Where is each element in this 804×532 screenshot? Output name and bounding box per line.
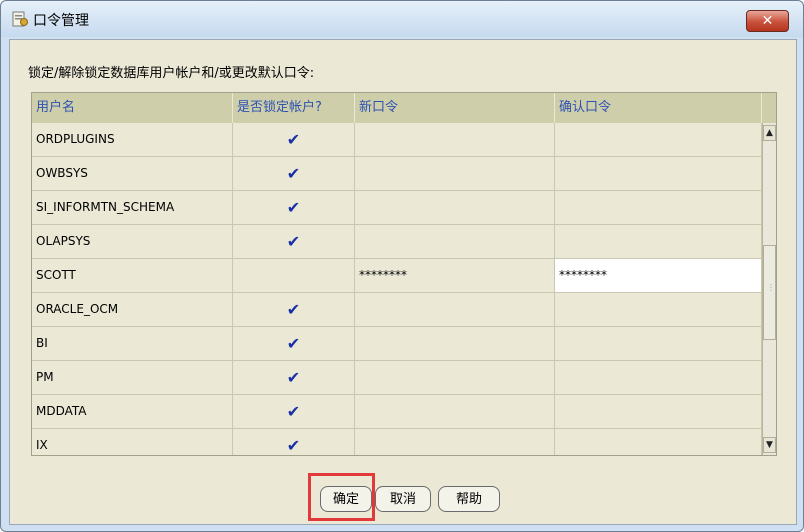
new-password-field[interactable] <box>355 361 555 394</box>
lock-account-checkbox[interactable]: ✔ <box>233 157 355 190</box>
username-cell: BI <box>32 327 233 360</box>
username-cell: IX <box>32 429 233 455</box>
username-cell: PM <box>32 361 233 394</box>
confirm-password-field[interactable] <box>555 225 762 258</box>
new-password-field[interactable] <box>355 327 555 360</box>
lock-account-checkbox[interactable]: ✔ <box>233 361 355 394</box>
table-row[interactable]: IX ✔ <box>32 429 762 455</box>
title-bar[interactable]: 口令管理 ✕ <box>1 1 803 37</box>
new-password-field[interactable] <box>355 123 555 156</box>
checkmark-icon: ✔ <box>286 164 301 183</box>
confirm-password-field[interactable] <box>555 429 762 455</box>
checkmark-icon: ✔ <box>286 130 301 149</box>
table-row[interactable]: OLAPSYS ✔ <box>32 225 762 259</box>
confirm-password-field[interactable] <box>555 327 762 360</box>
new-password-field[interactable]: ******** <box>355 259 555 292</box>
help-button[interactable]: 帮助 <box>438 486 500 512</box>
window-title: 口令管理 <box>33 13 89 29</box>
vertical-scrollbar[interactable]: ▲ ⋮ ▼ <box>762 123 776 455</box>
arrow-up-icon: ▲ <box>766 128 773 138</box>
new-password-field[interactable] <box>355 191 555 224</box>
username-cell: ORACLE_OCM <box>32 293 233 326</box>
dialog-body: 锁定/解除锁定数据库用户帐户和/或更改默认口令: 用户名 是否锁定帐户? 新口令… <box>9 39 797 525</box>
checkmark-icon: ✔ <box>286 402 301 421</box>
app-icon <box>12 11 28 27</box>
table-row[interactable]: SI_INFORMTN_SCHEMA ✔ <box>32 191 762 225</box>
checkmark-icon: ✔ <box>286 334 301 353</box>
new-password-field[interactable] <box>355 395 555 428</box>
confirm-password-field[interactable]: ******** <box>555 259 762 292</box>
table-row[interactable]: PM ✔ <box>32 361 762 395</box>
scroll-down-button[interactable]: ▼ <box>763 437 776 453</box>
table-row[interactable]: SCOTT ******** ******** <box>32 259 762 293</box>
scroll-up-button[interactable]: ▲ <box>763 125 776 141</box>
checkmark-icon: ✔ <box>286 368 301 387</box>
new-password-field[interactable] <box>355 293 555 326</box>
ok-button-highlight <box>308 473 375 521</box>
confirm-password-field[interactable] <box>555 191 762 224</box>
scrollbar-thumb[interactable]: ⋮ <box>763 245 776 340</box>
username-cell: OWBSYS <box>32 157 233 190</box>
lock-account-checkbox[interactable]: ✔ <box>233 225 355 258</box>
table-row[interactable]: MDDATA ✔ <box>32 395 762 429</box>
column-header-confirm-password[interactable]: 确认口令 <box>555 93 762 123</box>
close-icon: ✕ <box>761 13 774 29</box>
arrow-down-icon: ▼ <box>766 440 773 450</box>
checkmark-icon: ✔ <box>286 436 301 455</box>
grip-icon: ⋮ <box>767 283 775 292</box>
confirm-password-field[interactable] <box>555 361 762 394</box>
password-management-window: 口令管理 ✕ 锁定/解除锁定数据库用户帐户和/或更改默认口令: 用户名 是否锁定… <box>0 0 804 532</box>
user-account-table: 用户名 是否锁定帐户? 新口令 确认口令 ORDPLUGINS ✔ OWBSYS… <box>31 92 777 456</box>
confirm-password-field[interactable] <box>555 395 762 428</box>
confirm-password-field[interactable] <box>555 123 762 156</box>
column-header-locked[interactable]: 是否锁定帐户? <box>233 93 355 123</box>
username-cell: ORDPLUGINS <box>32 123 233 156</box>
column-header-username[interactable]: 用户名 <box>32 93 233 123</box>
table-header: 用户名 是否锁定帐户? 新口令 确认口令 <box>32 93 776 123</box>
lock-account-checkbox[interactable]: ✔ <box>233 395 355 428</box>
lock-account-checkbox[interactable]: ✔ <box>233 429 355 455</box>
username-cell: OLAPSYS <box>32 225 233 258</box>
lock-account-checkbox[interactable] <box>233 259 355 292</box>
column-header-filler <box>762 93 776 123</box>
table-row[interactable]: ORDPLUGINS ✔ <box>32 123 762 157</box>
username-cell: MDDATA <box>32 395 233 428</box>
lock-account-checkbox[interactable]: ✔ <box>233 191 355 224</box>
table-row[interactable]: BI ✔ <box>32 327 762 361</box>
close-button[interactable]: ✕ <box>746 10 789 32</box>
instruction-text: 锁定/解除锁定数据库用户帐户和/或更改默认口令: <box>28 66 315 81</box>
new-password-field[interactable] <box>355 429 555 455</box>
new-password-field[interactable] <box>355 157 555 190</box>
username-cell: SI_INFORMTN_SCHEMA <box>32 191 233 224</box>
lock-account-checkbox[interactable]: ✔ <box>233 293 355 326</box>
column-header-new-password[interactable]: 新口令 <box>355 93 555 123</box>
table-row[interactable]: ORACLE_OCM ✔ <box>32 293 762 327</box>
checkmark-icon: ✔ <box>286 300 301 319</box>
lock-account-checkbox[interactable]: ✔ <box>233 123 355 156</box>
new-password-field[interactable] <box>355 225 555 258</box>
lock-account-checkbox[interactable]: ✔ <box>233 327 355 360</box>
username-cell: SCOTT <box>32 259 233 292</box>
checkmark-icon: ✔ <box>286 198 301 217</box>
confirm-password-field[interactable] <box>555 157 762 190</box>
confirm-password-field[interactable] <box>555 293 762 326</box>
checkmark-icon: ✔ <box>286 232 301 251</box>
table-row[interactable]: OWBSYS ✔ <box>32 157 762 191</box>
cancel-button[interactable]: 取消 <box>375 486 431 512</box>
